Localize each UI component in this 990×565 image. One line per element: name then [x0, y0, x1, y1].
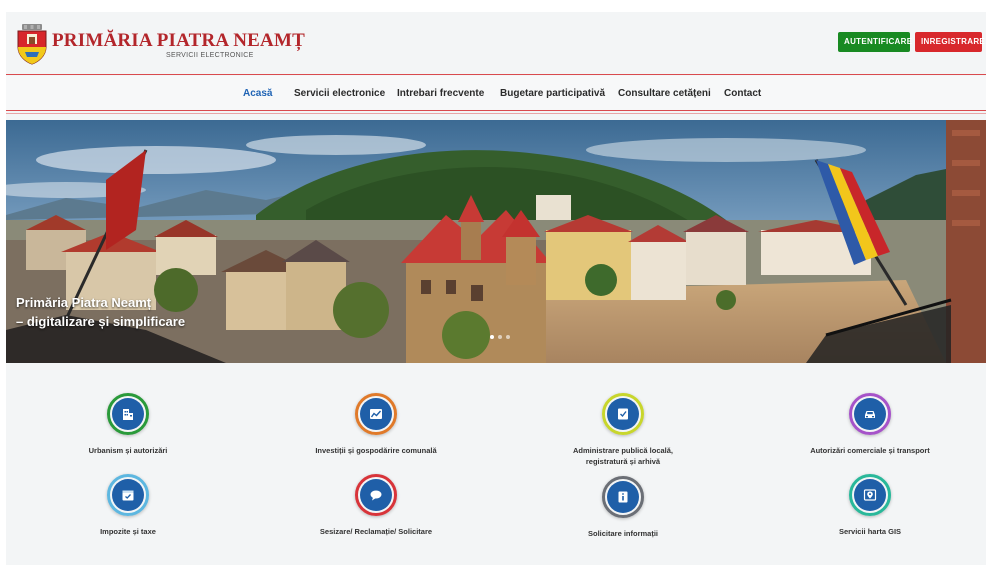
service-label: Autorizări comerciale și transport — [810, 446, 930, 455]
register-button[interactable]: INREGISTRARE — [915, 32, 985, 52]
service-label: Solicitare informații — [587, 529, 659, 538]
nav-divider-top — [6, 110, 986, 111]
site-subtitle: SERVICII ELECTRONICE — [166, 52, 254, 59]
service-label: Servicii harta GIS — [838, 527, 902, 536]
city-crest-icon[interactable] — [16, 23, 48, 65]
service-impozite[interactable]: Impozite și taxe — [18, 474, 238, 537]
service-icon-ring — [849, 474, 891, 516]
service-icon-ring — [602, 393, 644, 435]
calendar-icon — [122, 490, 134, 501]
building-icon — [123, 409, 133, 420]
service-label: Impozite și taxe — [100, 527, 156, 536]
site-header: PRIMĂRIA PIATRA NEAMȚ SERVICII ELECTRONI… — [6, 12, 986, 74]
page: PRIMĂRIA PIATRA NEAMȚ SERVICII ELECTRONI… — [6, 12, 986, 565]
document-icon — [618, 408, 628, 420]
service-icon-ring — [107, 393, 149, 435]
hero-title: Primăria Piatra Neamț — [16, 295, 152, 310]
nav-item-acasa[interactable]: Acasă — [243, 88, 272, 99]
service-icon-ring — [602, 476, 644, 518]
service-icon-ring — [355, 474, 397, 516]
login-button[interactable]: AUTENTIFICARE — [838, 32, 912, 52]
nav-item-bugetare-participativa[interactable]: Bugetare participativă — [500, 88, 605, 99]
service-solicitare-informatii[interactable]: Solicitare informații — [513, 476, 733, 539]
service-icon-ring — [107, 474, 149, 516]
service-label: Investiții și gospodărire comunală — [315, 446, 437, 455]
site-title[interactable]: PRIMĂRIA PIATRA NEAMȚ — [52, 30, 305, 52]
service-harta-gis[interactable]: Servicii harta GIS — [760, 474, 980, 537]
nav-item-servicii-electronice[interactable]: Servicii electronice — [294, 88, 385, 99]
service-label-line: registratură și arhivă — [585, 457, 661, 466]
carousel-dot[interactable] — [506, 335, 510, 339]
carousel-dot[interactable] — [490, 335, 494, 339]
carousel-dots — [490, 335, 510, 339]
service-label: Administrare publică locală, registratur… — [513, 445, 733, 467]
service-sesizare[interactable]: Sesizare/ Reclamație/ Solicitare — [266, 474, 486, 537]
service-label: Sesizare/ Reclamație/ Solicitare — [319, 527, 433, 536]
hero-subtitle: – digitalizare și simplificare — [16, 314, 186, 329]
service-administrare[interactable]: Administrare publică locală, registratur… — [513, 393, 733, 467]
service-label-line: Administrare publică locală, — [572, 446, 674, 455]
nav-item-contact[interactable]: Contact — [724, 88, 761, 99]
map-pin-icon — [863, 489, 877, 501]
chart-icon — [370, 409, 382, 419]
header-divider-top — [6, 74, 986, 75]
service-icon-ring — [355, 393, 397, 435]
service-urbanism[interactable]: Urbanism și autorizări — [18, 393, 238, 456]
service-autorizari-comerciale[interactable]: Autorizări comerciale și transport — [760, 393, 980, 456]
service-icon-ring — [849, 393, 891, 435]
main-nav: Acasă Servicii electronice Intrebari fre… — [6, 76, 986, 110]
nav-item-consultare-cetateni[interactable]: Consultare cetățeni — [618, 88, 711, 99]
nav-divider-bottom — [6, 113, 986, 114]
carousel-dot[interactable] — [498, 335, 502, 339]
chat-icon — [370, 490, 382, 501]
nav-item-intrebari-frecvente[interactable]: Intrebari frecvente — [397, 88, 484, 99]
car-icon — [865, 411, 875, 418]
info-icon — [618, 491, 628, 503]
service-label: Urbanism și autorizări — [88, 446, 168, 455]
hero-banner[interactable]: Primăria Piatra Neamț – digitalizare și … — [6, 120, 986, 363]
service-investitii[interactable]: Investiții și gospodărire comunală — [266, 393, 486, 456]
